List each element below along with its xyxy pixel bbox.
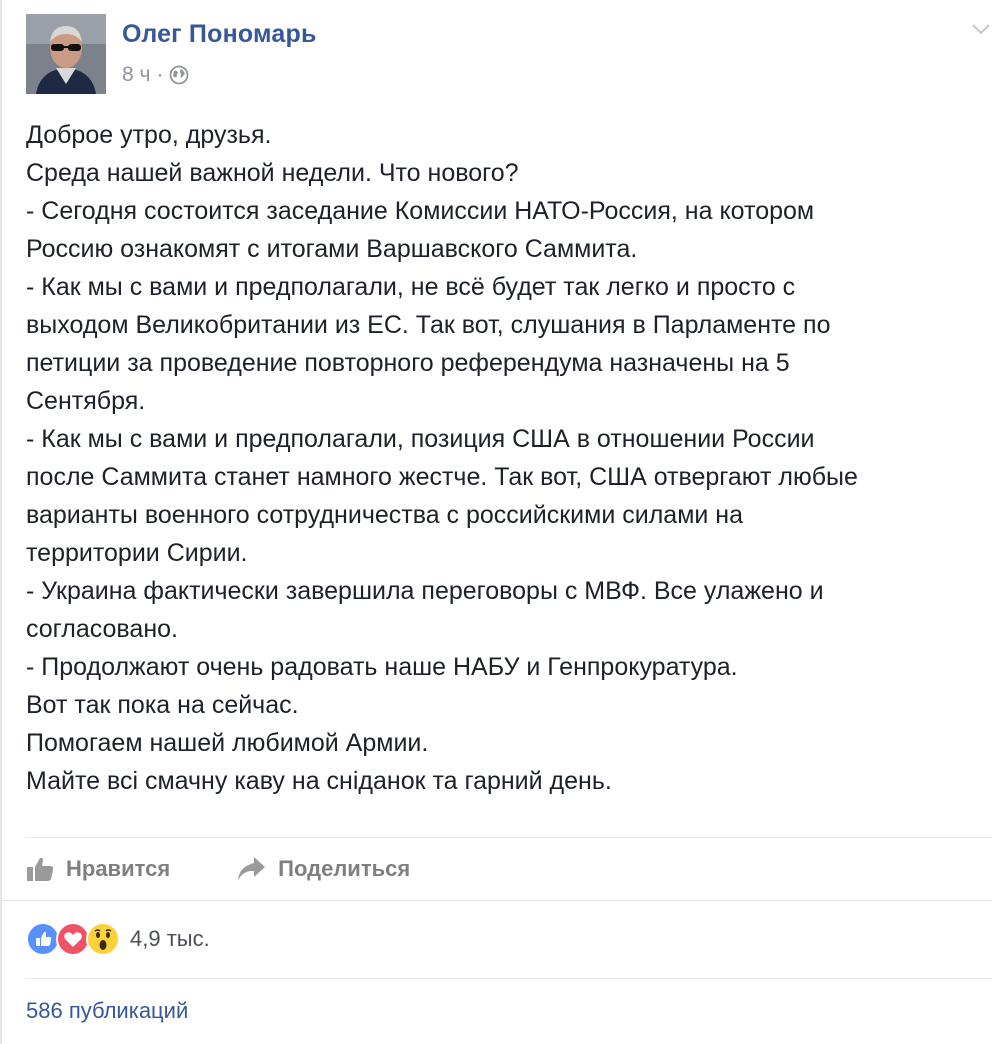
post-text-line: - Продолжают очень радовать наше НАБУ и … (26, 653, 738, 681)
post-timestamp[interactable]: 8 ч (122, 63, 150, 87)
post-text-line: - Как мы с вами и предполагали, не всё б… (26, 273, 796, 301)
divider (0, 900, 992, 901)
post-text-line: Доброе утро, друзья. (26, 121, 272, 149)
reaction-icons (26, 922, 126, 956)
post-text-line: территории Сирии. (26, 539, 248, 567)
reaction-count: 4,9 тыс. (130, 926, 210, 951)
like-button[interactable]: Нравится (26, 856, 170, 882)
post-text-line: выходом Великобритании из ЕС. Так вот, с… (26, 311, 831, 339)
like-label: Нравится (66, 856, 171, 881)
globe-icon[interactable] (169, 65, 189, 85)
post-body: Доброе утро, друзья. Среда нашей важной н… (26, 116, 986, 800)
meta-separator: · (156, 63, 164, 86)
post-text-line: Майте всі смачну каву на сніданок та гар… (26, 767, 612, 795)
share-button[interactable]: Поделиться (236, 856, 410, 882)
post-text-line: Россию ознакомят с итогами Варшавского С… (26, 235, 638, 263)
post-text-line: Сентября. (26, 387, 146, 415)
love-reaction-icon (56, 922, 90, 956)
post-text-line: согласовано. (26, 615, 178, 643)
author-name[interactable]: Олег Пономарь (122, 20, 317, 49)
post-text-line: - Сегодня состоится заседание Комиссии Н… (26, 197, 815, 225)
shares-count-link[interactable]: 586 публикаций (26, 998, 188, 1024)
reactions-summary[interactable]: 4,9 тыс. (26, 922, 210, 956)
divider (26, 978, 992, 979)
post-card: Олег Пономарь 8 ч · Доброе утро, друзья.… (0, 0, 992, 1044)
thumbs-up-icon (27, 857, 54, 881)
post-text-line: - Украина фактически завершила переговор… (26, 577, 824, 605)
post-text-line: после Саммита станет намного жестче. Так… (26, 463, 858, 491)
action-bar: Нравится Поделиться (26, 850, 410, 888)
post-text-line: - Как мы с вами и предполагали, позиция … (26, 425, 815, 453)
card-border (0, 0, 2, 1044)
post-text-line: варианты военного сотрудничества с росси… (26, 501, 744, 529)
share-arrow-icon (238, 857, 266, 880)
divider (26, 837, 992, 838)
like-reaction-icon (26, 922, 60, 956)
chevron-down-icon[interactable] (970, 18, 992, 40)
post-text-line: Вот так пока на сейчас. (26, 691, 299, 719)
post-text-line: петиции за проведение повторного референ… (26, 349, 790, 377)
avatar[interactable] (26, 14, 106, 94)
share-label: Поделиться (278, 856, 411, 881)
post-meta: 8 ч · (122, 62, 189, 88)
post-text-line: Среда нашей важной недели. Что нового? (26, 159, 519, 187)
wow-reaction-icon (86, 922, 120, 956)
post-text-line: Помогаем нашей любимой Армии. (26, 729, 429, 757)
